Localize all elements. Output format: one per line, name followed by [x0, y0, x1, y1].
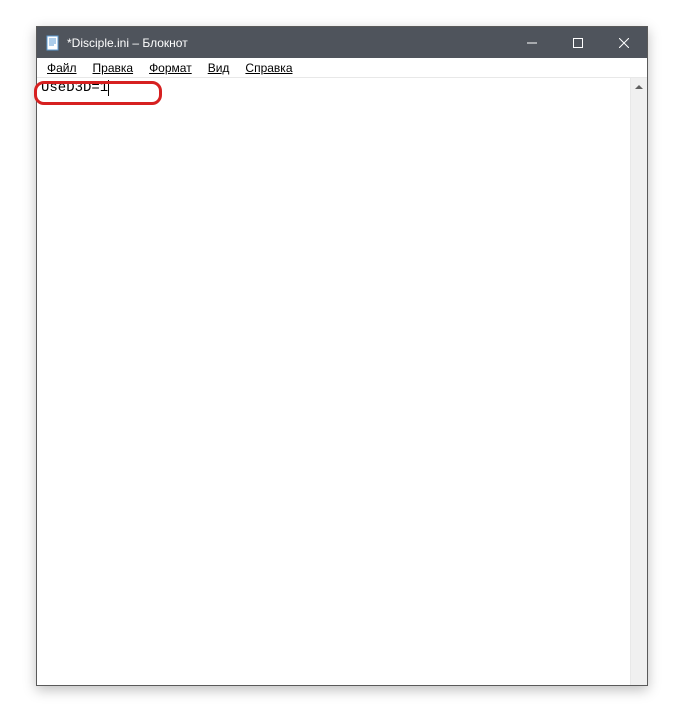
text-content: UseD3D=1	[41, 80, 108, 96]
menubar: Файл Правка Формат Вид Справка	[37, 58, 647, 78]
menu-help[interactable]: Справка	[237, 60, 300, 76]
notepad-icon	[45, 35, 61, 51]
menu-file[interactable]: Файл	[39, 60, 85, 76]
content-area: UseD3D=1	[37, 78, 647, 685]
window-title: *Disciple.ini – Блокнот	[67, 36, 509, 50]
close-button[interactable]	[601, 27, 647, 58]
titlebar[interactable]: *Disciple.ini – Блокнот	[37, 27, 647, 58]
menu-edit[interactable]: Правка	[85, 60, 142, 76]
menu-format[interactable]: Формат	[141, 60, 200, 76]
notepad-window: *Disciple.ini – Блокнот Файл Правка	[36, 26, 648, 686]
window-controls	[509, 27, 647, 58]
text-cursor	[108, 80, 109, 96]
vertical-scrollbar[interactable]	[630, 78, 647, 685]
menu-view[interactable]: Вид	[200, 60, 238, 76]
minimize-button[interactable]	[509, 27, 555, 58]
maximize-button[interactable]	[555, 27, 601, 58]
scroll-up-arrow[interactable]	[631, 78, 647, 95]
text-editor[interactable]: UseD3D=1	[37, 78, 630, 685]
